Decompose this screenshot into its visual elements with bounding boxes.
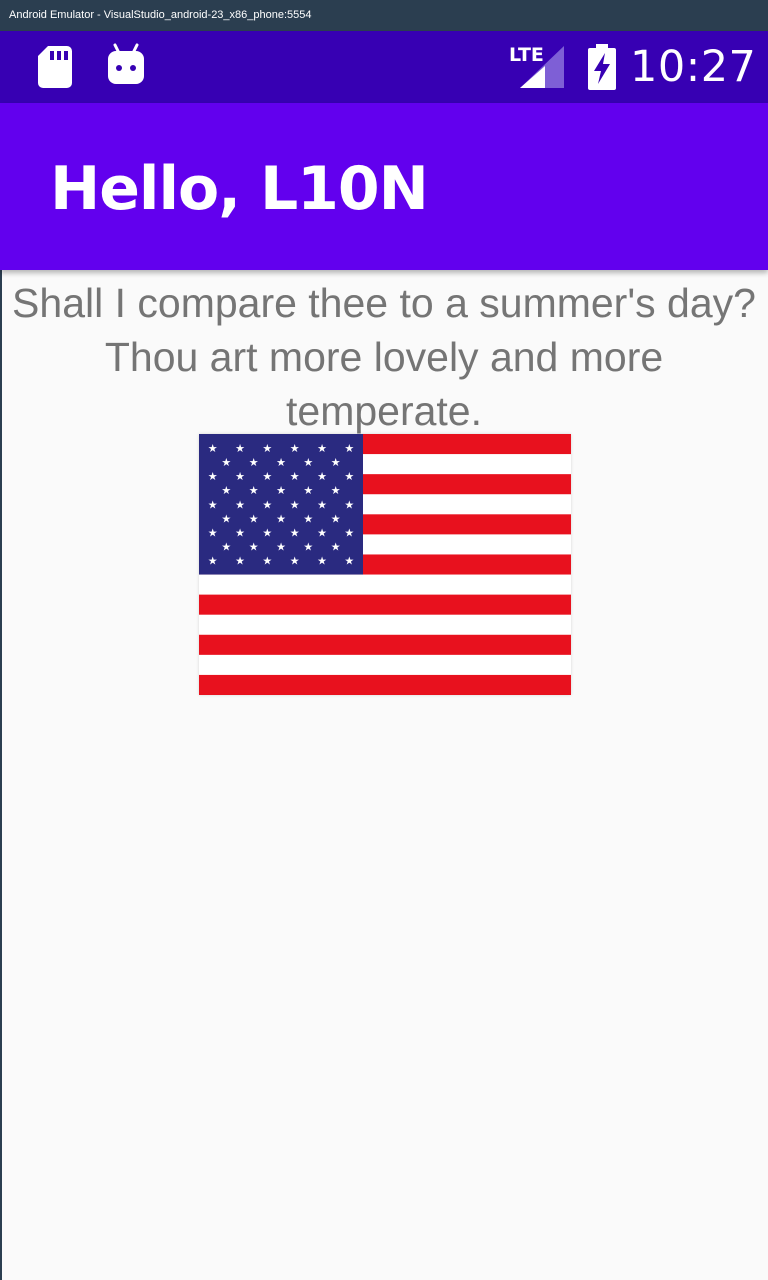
svg-text:★: ★ [208, 470, 218, 483]
svg-text:★: ★ [208, 498, 218, 511]
svg-text:★: ★ [303, 512, 313, 525]
svg-text:★: ★ [221, 540, 231, 553]
svg-text:★: ★ [331, 484, 341, 497]
svg-text:★: ★ [235, 555, 245, 568]
svg-text:★: ★ [249, 512, 259, 525]
svg-text:★: ★ [262, 498, 272, 511]
svg-text:★: ★ [344, 526, 354, 539]
svg-text:★: ★ [331, 456, 341, 469]
svg-text:★: ★ [262, 470, 272, 483]
svg-text:★: ★ [262, 442, 272, 455]
svg-text:★: ★ [317, 555, 327, 568]
svg-text:★: ★ [276, 540, 286, 553]
svg-text:★: ★ [262, 555, 272, 568]
svg-text:★: ★ [317, 526, 327, 539]
svg-text:★: ★ [344, 470, 354, 483]
svg-text:★: ★ [235, 470, 245, 483]
svg-text:★: ★ [235, 498, 245, 511]
svg-text:★: ★ [249, 540, 259, 553]
svg-text:★: ★ [303, 456, 313, 469]
svg-text:★: ★ [235, 526, 245, 539]
svg-text:★: ★ [262, 526, 272, 539]
svg-text:★: ★ [344, 498, 354, 511]
status-bar-clock: 10:27 [630, 42, 757, 92]
svg-text:★: ★ [290, 470, 300, 483]
svg-text:★: ★ [208, 555, 218, 568]
us-flag-image: ★ ★ ★ ★ ★ ★ ★ ★ ★ ★ ★ ★ ★ ★ ★ ★ ★ ★ ★ ★ ★ ★ ★ ★ ★ ★ ★ ★ ★ ★ ★ ★ ★ ★ ★ ★ ★ ★ ★ ★… [199, 434, 571, 695]
svg-text:★: ★ [290, 526, 300, 539]
svg-text:★: ★ [317, 470, 327, 483]
app-toolbar: Hello, L10N [0, 103, 768, 270]
svg-text:★: ★ [303, 540, 313, 553]
lte-label: LTE [509, 44, 544, 66]
svg-text:★: ★ [235, 442, 245, 455]
svg-text:★: ★ [276, 512, 286, 525]
battery-charging-icon [586, 44, 618, 90]
svg-text:★: ★ [276, 456, 286, 469]
svg-text:★: ★ [331, 512, 341, 525]
emulator-window-title: Android Emulator - VisualStudio_android-… [0, 0, 768, 31]
poem-text: Shall I compare thee to a summer's day? … [12, 280, 756, 434]
svg-text:★: ★ [290, 442, 300, 455]
lte-signal-icon: LTE [508, 44, 564, 88]
svg-text:★: ★ [276, 484, 286, 497]
svg-text:★: ★ [303, 484, 313, 497]
svg-text:★: ★ [344, 442, 354, 455]
svg-text:★: ★ [221, 512, 231, 525]
svg-text:★: ★ [331, 540, 341, 553]
status-bar: LTE 10:27 [0, 31, 768, 103]
svg-text:★: ★ [249, 456, 259, 469]
page-title: Hello, L10N [50, 154, 429, 224]
android-debug-icon [106, 43, 146, 87]
svg-text:★: ★ [290, 498, 300, 511]
svg-text:★: ★ [221, 484, 231, 497]
svg-text:★: ★ [317, 442, 327, 455]
svg-text:★: ★ [221, 456, 231, 469]
svg-text:★: ★ [290, 555, 300, 568]
main-content: Shall I compare thee to a summer's day? … [0, 270, 768, 695]
svg-text:★: ★ [317, 498, 327, 511]
svg-text:★: ★ [344, 555, 354, 568]
svg-text:★: ★ [208, 442, 218, 455]
svg-text:★: ★ [208, 526, 218, 539]
svg-text:★: ★ [249, 484, 259, 497]
sd-card-icon [38, 46, 72, 88]
